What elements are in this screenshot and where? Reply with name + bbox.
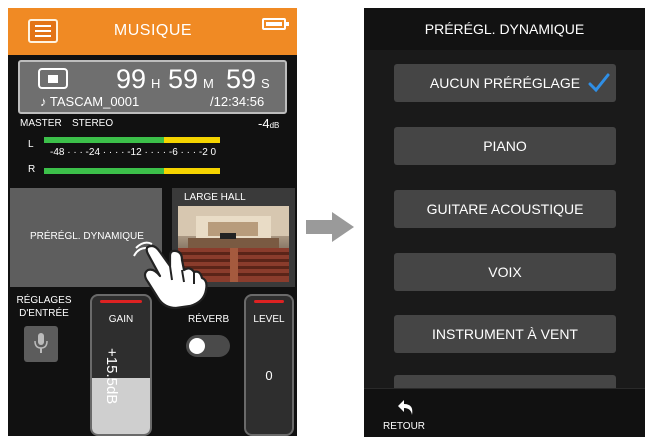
page-title: PRÉRÉGL. DYNAMIQUE (424, 21, 585, 37)
main-screen: MUSIQUE 99 H 59 M 59 S ♪ TASCAM_0001 /12… (8, 8, 297, 436)
menu-icon (35, 25, 51, 27)
input-settings-label: RÉGLAGES D'ENTRÉE (16, 295, 72, 319)
gain-fill (92, 378, 150, 434)
arrow-right-icon (306, 212, 354, 242)
check-icon (588, 73, 610, 93)
channel-r-label: R (28, 164, 36, 175)
seconds-unit: S (261, 76, 270, 91)
time-display[interactable]: 99 H 59 M 59 S ♪ TASCAM_0001 /12:34:56 (18, 60, 287, 114)
app-title: MUSIQUE (113, 22, 193, 39)
toggle-knob (189, 338, 205, 354)
file-name: ♪ TASCAM_0001 (40, 94, 140, 109)
back-button[interactable]: RETOUR (374, 393, 434, 435)
minutes-value: 59 (168, 64, 199, 94)
battery-icon (262, 18, 289, 30)
reverb-toggle[interactable] (186, 335, 230, 357)
option-piano[interactable]: PIANO (394, 127, 616, 165)
back-label: RETOUR (382, 421, 426, 432)
level-value: 0 (265, 368, 273, 383)
input-settings-button[interactable] (24, 326, 58, 362)
meter-bar-l-green (44, 137, 164, 143)
peak-value: -4dB (258, 116, 280, 131)
hours-unit: H (151, 76, 161, 91)
preset-screen: PRÉRÉGL. DYNAMIQUE AUCUN PRÉRÉGLAGE PIAN… (364, 8, 645, 437)
stop-icon (38, 68, 68, 89)
reverb-label: RÉVERB (188, 314, 230, 325)
back-arrow-icon (398, 400, 413, 415)
option-acoustic-guitar[interactable]: GUITARE ACOUSTIQUE (394, 190, 616, 228)
master-label: MASTER (20, 118, 62, 129)
meter-bar-r-green (44, 168, 164, 174)
meter-scale: -48 · · · -24 · · · · -12 · · · · -6 · ·… (50, 147, 217, 158)
channel-l-label: L (28, 139, 34, 150)
total-time: /12:34:56 (210, 94, 265, 109)
preset-label: PRÉRÉGL. DYNAMIQUE (30, 231, 144, 242)
microphone-icon (34, 333, 48, 353)
menu-button[interactable] (28, 19, 58, 43)
footer-bar: RETOUR (364, 388, 645, 437)
option-voice[interactable]: VOIX (394, 253, 616, 291)
meter-bar-l-yellow (164, 137, 220, 143)
option-wind-instrument[interactable]: INSTRUMENT À VENT (394, 315, 616, 353)
reverb-type-label: LARGE HALL (184, 192, 246, 203)
tapping-hand-icon (133, 241, 208, 310)
level-label: LEVEL (253, 314, 285, 325)
minutes-unit: M (203, 76, 214, 91)
header-bar: MUSIQUE (8, 8, 297, 55)
stereo-label: STEREO (72, 118, 114, 129)
level-fader[interactable]: LEVEL 0 (244, 294, 294, 436)
hours-value: 99 (116, 64, 147, 94)
level-meter: MASTER STEREO -4dB L -48 · · · -24 · · ·… (18, 116, 287, 186)
meter-bar-r-yellow (164, 168, 220, 174)
preset-header: PRÉRÉGL. DYNAMIQUE (364, 8, 645, 50)
gain-fader[interactable]: GAIN +15.5dB (90, 294, 152, 436)
seconds-value: 59 (226, 64, 257, 94)
level-clip-indicator (254, 300, 284, 303)
option-no-preset[interactable]: AUCUN PRÉRÉGLAGE (394, 64, 616, 102)
gain-label: GAIN (108, 314, 134, 325)
gain-value: +15.5dB (103, 348, 120, 405)
